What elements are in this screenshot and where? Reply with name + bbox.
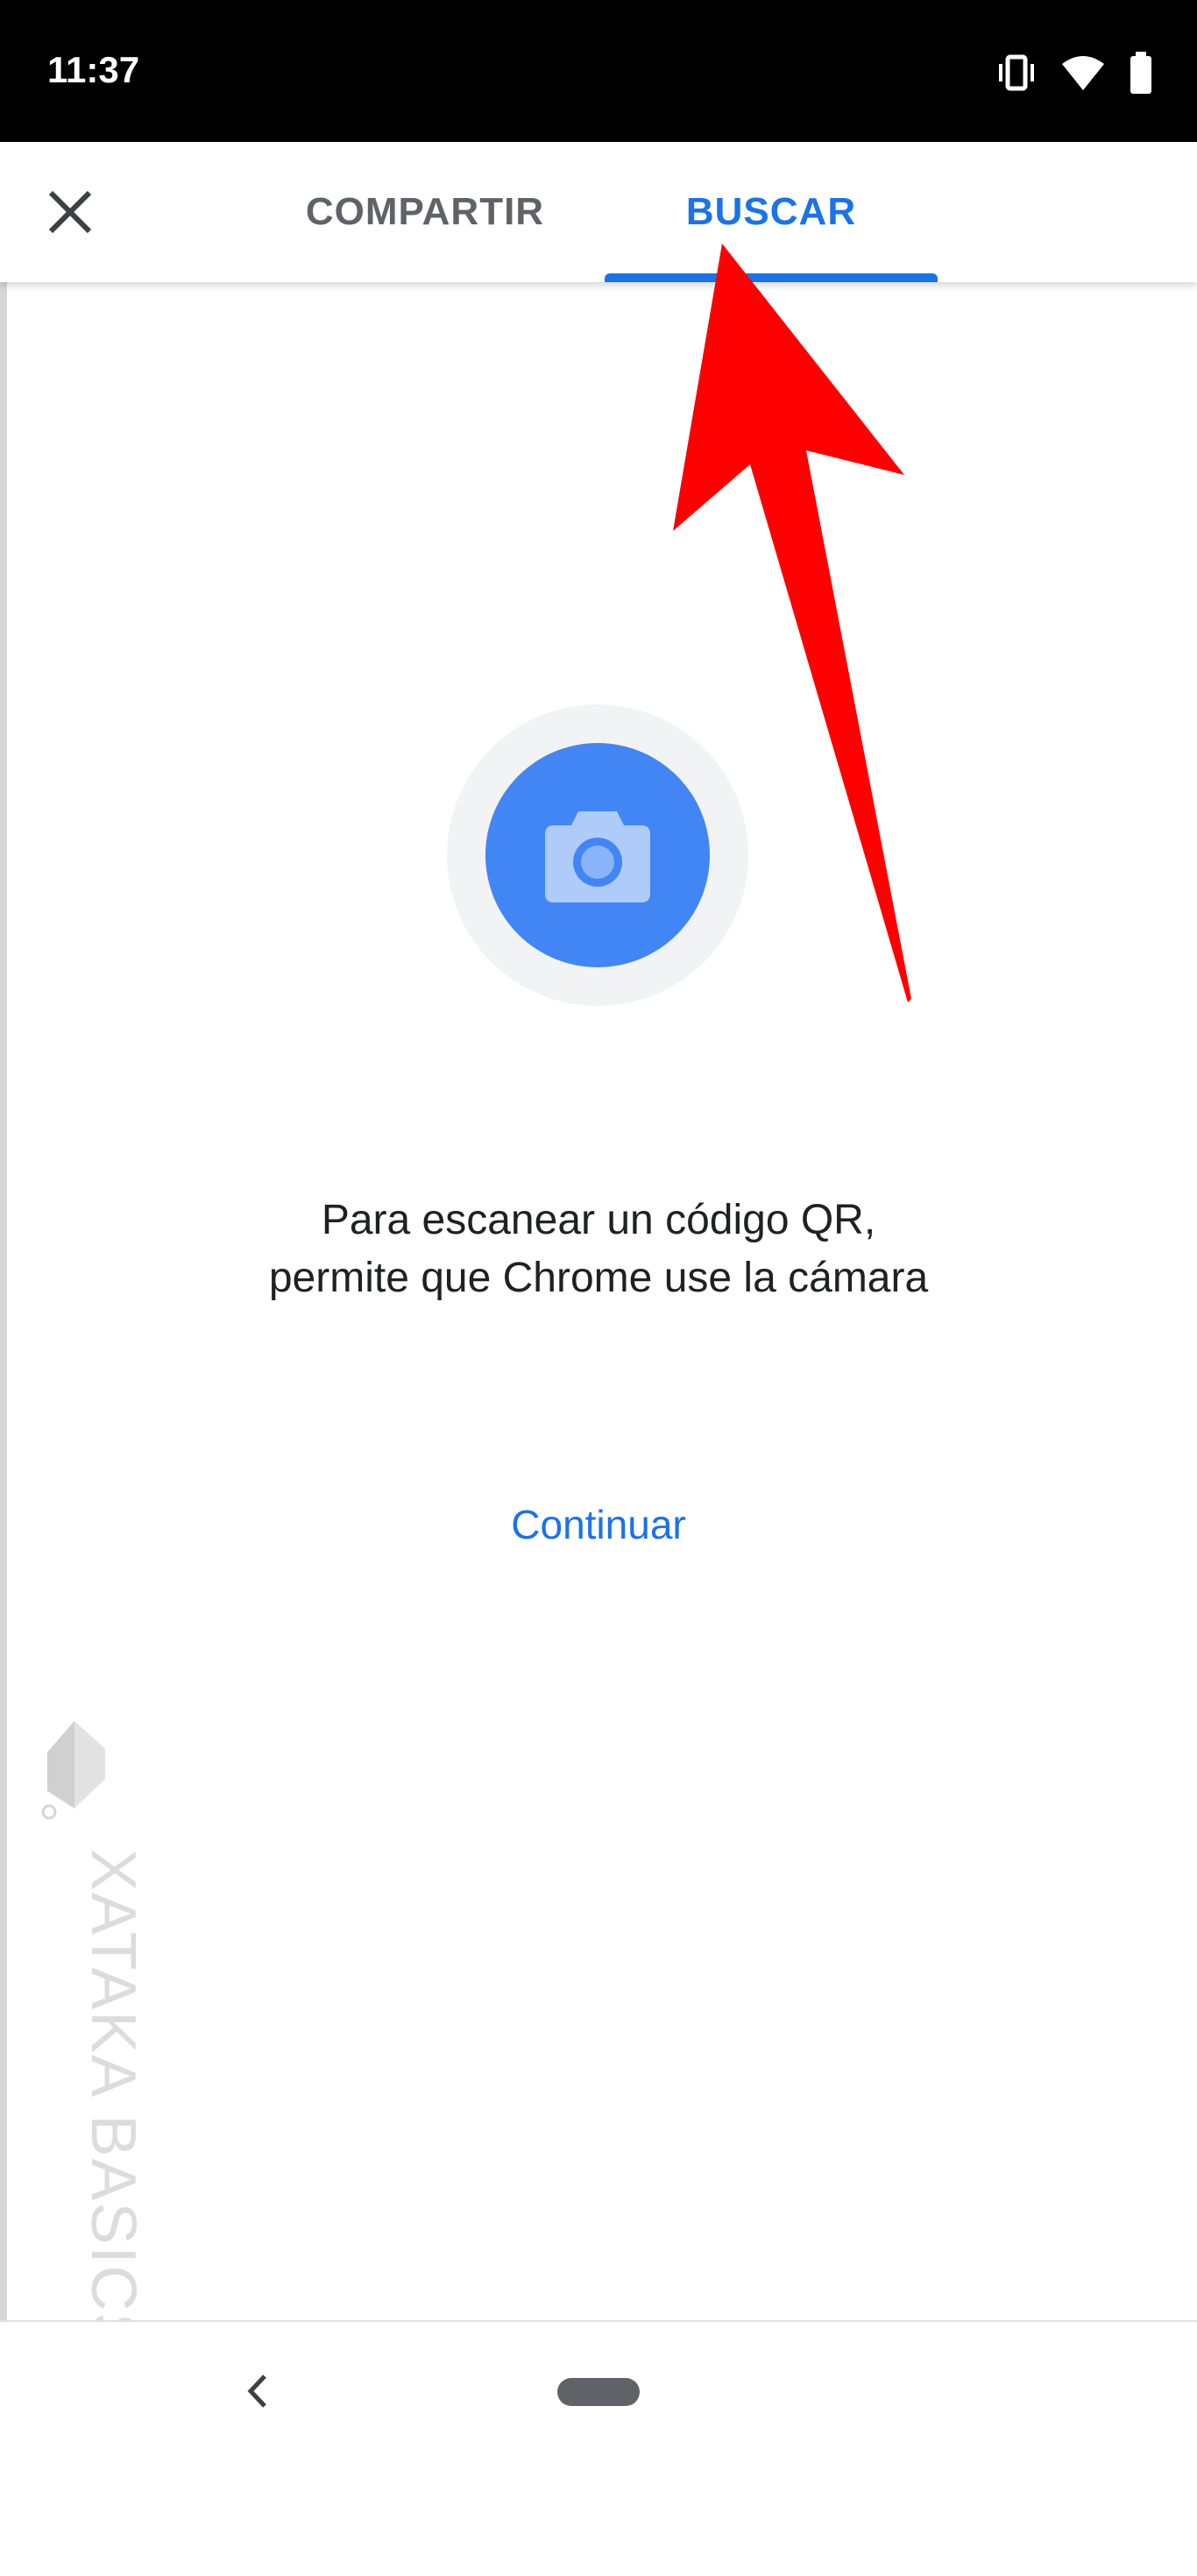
close-icon [48,190,92,234]
system-nav-bar [0,2320,1197,2462]
screen-edge [0,0,7,2460]
tab-selected-indicator [605,273,938,282]
watermark-text: XATAKA BASICS [78,1849,148,2357]
tab-compartir[interactable]: COMPARTIR [289,142,561,282]
close-button[interactable] [44,186,96,238]
watermark-logo-icon [41,1721,105,1820]
camera-icon [545,811,650,902]
status-time: 11:37 [47,49,140,90]
status-icons [995,51,1153,95]
back-button[interactable] [237,2369,280,2413]
wifi-icon [1062,56,1104,90]
tab-buscar[interactable]: BUSCAR [605,142,938,282]
status-bar: 11:37 [0,0,1197,142]
battery-icon [1130,52,1151,94]
vibrate-icon [999,54,1034,91]
camera-illustration [447,704,748,1006]
top-app-bar: COMPARTIR BUSCAR [0,142,1197,282]
camera-circle [485,743,710,967]
continue-button[interactable]: Continuar [467,1490,730,1560]
home-button[interactable] [557,2378,640,2406]
permission-message: Para escanear un código QR, permite que … [268,1197,929,1301]
back-icon [247,2374,266,2408]
